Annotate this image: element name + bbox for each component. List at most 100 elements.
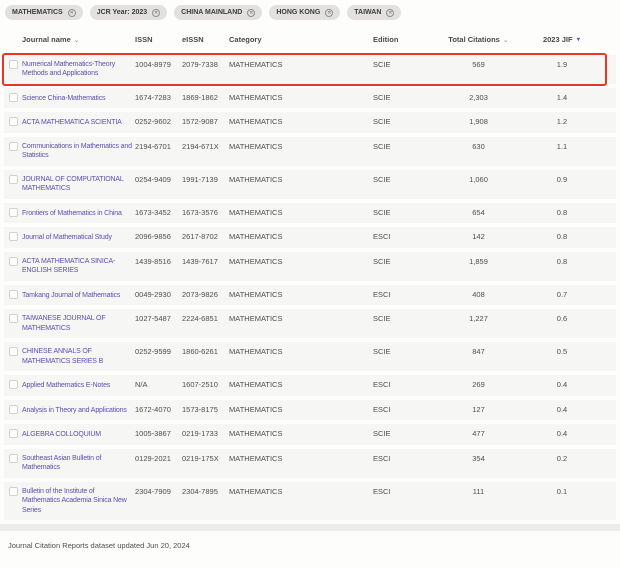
- edition-cell: ESCI: [363, 232, 430, 242]
- row-checkbox[interactable]: [9, 314, 18, 323]
- total-citations-cell: 654: [430, 208, 527, 218]
- journal-name-link[interactable]: Communications in Mathematics and Statis…: [22, 142, 134, 161]
- issn-cell: 2304-7909: [135, 487, 182, 497]
- journal-name-link[interactable]: Frontiers of Mathematics in China: [22, 209, 122, 219]
- edition-cell: ESCI: [363, 380, 430, 390]
- journal-table-body: Numerical Mathematics-Theory Methods and…: [0, 55, 620, 521]
- remove-filter-icon[interactable]: ✕: [247, 9, 255, 17]
- filter-chip-taiwan[interactable]: TAIWAN ✕: [347, 5, 401, 20]
- row-checkbox[interactable]: [9, 175, 18, 184]
- journal-name-link[interactable]: Science China-Mathematics: [22, 94, 105, 104]
- category-cell: MATHEMATICS: [229, 454, 363, 464]
- category-cell: MATHEMATICS: [229, 290, 363, 300]
- eissn-cell: 0219-175X: [182, 454, 229, 464]
- issn-cell: 1673-3452: [135, 208, 182, 218]
- row-checkbox[interactable]: [9, 232, 18, 241]
- row-checkbox[interactable]: [9, 290, 18, 299]
- header-journal-name[interactable]: Journal name⌄: [22, 35, 135, 46]
- horizontal-scrollbar[interactable]: [0, 524, 620, 531]
- row-checkbox[interactable]: [9, 142, 18, 151]
- eissn-cell: 1572-9087: [182, 117, 229, 127]
- table-row: TAIWANESE JOURNAL OF MATHEMATICS 1027-54…: [4, 309, 616, 338]
- total-citations-cell: 847: [430, 347, 527, 357]
- filter-chip-label: MATHEMATICS: [12, 9, 63, 16]
- filter-chip-label: TAIWAN: [354, 9, 381, 16]
- journal-name-link[interactable]: Journal of Mathematical Study: [22, 233, 112, 243]
- issn-cell: 0254-9409: [135, 175, 182, 185]
- row-checkbox[interactable]: [9, 117, 18, 126]
- row-checkbox[interactable]: [9, 347, 18, 356]
- eissn-cell: 1991-7139: [182, 175, 229, 185]
- header-edition: Edition: [363, 35, 430, 45]
- journal-name-link[interactable]: Analysis in Theory and Applications: [22, 406, 127, 416]
- jif-cell: 1.1: [527, 142, 597, 152]
- journal-name-link[interactable]: CHINESE ANNALS OF MATHEMATICS SERIES B: [22, 347, 134, 366]
- category-cell: MATHEMATICS: [229, 208, 363, 218]
- row-checkbox[interactable]: [9, 257, 18, 266]
- journal-name-link[interactable]: Bulletin of the Institute of Mathematics…: [22, 487, 134, 516]
- filter-chip-jcr-year[interactable]: JCR Year: 2023 ✕: [90, 5, 167, 20]
- jif-cell: 0.7: [527, 290, 597, 300]
- edition-cell: SCIE: [363, 314, 430, 324]
- category-cell: MATHEMATICS: [229, 429, 363, 439]
- edition-cell: SCIE: [363, 429, 430, 439]
- table-row: ACTA MATHEMATICA SINICA-ENGLISH SERIES 1…: [4, 252, 616, 281]
- journal-name-link[interactable]: Applied Mathematics E-Notes: [22, 381, 110, 391]
- remove-filter-icon[interactable]: ✕: [386, 9, 394, 17]
- row-checkbox[interactable]: [9, 93, 18, 102]
- total-citations-cell: 630: [430, 142, 527, 152]
- remove-filter-icon[interactable]: ✕: [68, 9, 76, 17]
- total-citations-cell: 569: [430, 60, 527, 70]
- dataset-updated-note: Journal Citation Reports dataset updated…: [0, 531, 620, 550]
- category-cell: MATHEMATICS: [229, 232, 363, 242]
- journal-name-link[interactable]: ALGEBRA COLLOQUIUM: [22, 430, 101, 440]
- header-2023-jif[interactable]: 2023 JIF▼: [527, 35, 597, 46]
- header-total-citations[interactable]: Total Citations⌄: [430, 35, 527, 46]
- eissn-cell: 1573-8175: [182, 405, 229, 415]
- edition-cell: ESCI: [363, 290, 430, 300]
- row-checkbox[interactable]: [9, 208, 18, 217]
- header-eissn: eISSN: [182, 35, 229, 45]
- issn-cell: N/A: [135, 380, 182, 390]
- issn-cell: 2096-9856: [135, 232, 182, 242]
- eissn-cell: 2194-671X: [182, 142, 229, 152]
- category-cell: MATHEMATICS: [229, 257, 363, 267]
- eissn-cell: 1439-7617: [182, 257, 229, 267]
- issn-cell: 0049-2930: [135, 290, 182, 300]
- journal-name-link[interactable]: ACTA MATHEMATICA SINICA-ENGLISH SERIES: [22, 257, 134, 276]
- row-checkbox[interactable]: [9, 60, 18, 69]
- issn-cell: 2194-6701: [135, 142, 182, 152]
- journal-name-link[interactable]: Tamkang Journal of Mathematics: [22, 291, 120, 301]
- remove-filter-icon[interactable]: ✕: [152, 9, 160, 17]
- edition-cell: SCIE: [363, 347, 430, 357]
- row-checkbox[interactable]: [9, 405, 18, 414]
- journal-name-link[interactable]: Southeast Asian Bulletin of Mathematics: [22, 454, 134, 473]
- eissn-cell: 2224-6851: [182, 314, 229, 324]
- filter-chip-mathematics[interactable]: MATHEMATICS ✕: [5, 5, 83, 20]
- row-checkbox[interactable]: [9, 429, 18, 438]
- eissn-cell: 2304-7895: [182, 487, 229, 497]
- table-row: Southeast Asian Bulletin of Mathematics …: [4, 449, 616, 478]
- eissn-cell: 2617-8702: [182, 232, 229, 242]
- table-row: Applied Mathematics E-Notes N/A 1607-251…: [4, 375, 616, 396]
- row-checkbox[interactable]: [9, 487, 18, 496]
- total-citations-cell: 127: [430, 405, 527, 415]
- journal-name-link[interactable]: ACTA MATHEMATICA SCIENTIA: [22, 118, 122, 128]
- eissn-cell: 2073-9826: [182, 290, 229, 300]
- eissn-cell: 2079-7338: [182, 60, 229, 70]
- total-citations-cell: 2,303: [430, 93, 527, 103]
- journal-name-link[interactable]: TAIWANESE JOURNAL OF MATHEMATICS: [22, 314, 134, 333]
- filter-chip-hong-kong[interactable]: HONG KONG ✕: [269, 5, 340, 20]
- header-journal-name-label: Journal name: [22, 35, 71, 44]
- chevron-down-icon: ⌄: [74, 37, 80, 44]
- journal-name-link[interactable]: Numerical Mathematics-Theory Methods and…: [22, 60, 134, 79]
- row-checkbox[interactable]: [9, 454, 18, 463]
- filter-chip-china-mainland[interactable]: CHINA MAINLAND ✕: [174, 5, 262, 20]
- table-row: Frontiers of Mathematics in China 1673-3…: [4, 203, 616, 224]
- remove-filter-icon[interactable]: ✕: [325, 9, 333, 17]
- jif-cell: 1.4: [527, 93, 597, 103]
- row-checkbox[interactable]: [9, 380, 18, 389]
- journal-name-link[interactable]: JOURNAL OF COMPUTATIONAL MATHEMATICS: [22, 175, 134, 194]
- eissn-cell: 1607-2510: [182, 380, 229, 390]
- category-cell: MATHEMATICS: [229, 380, 363, 390]
